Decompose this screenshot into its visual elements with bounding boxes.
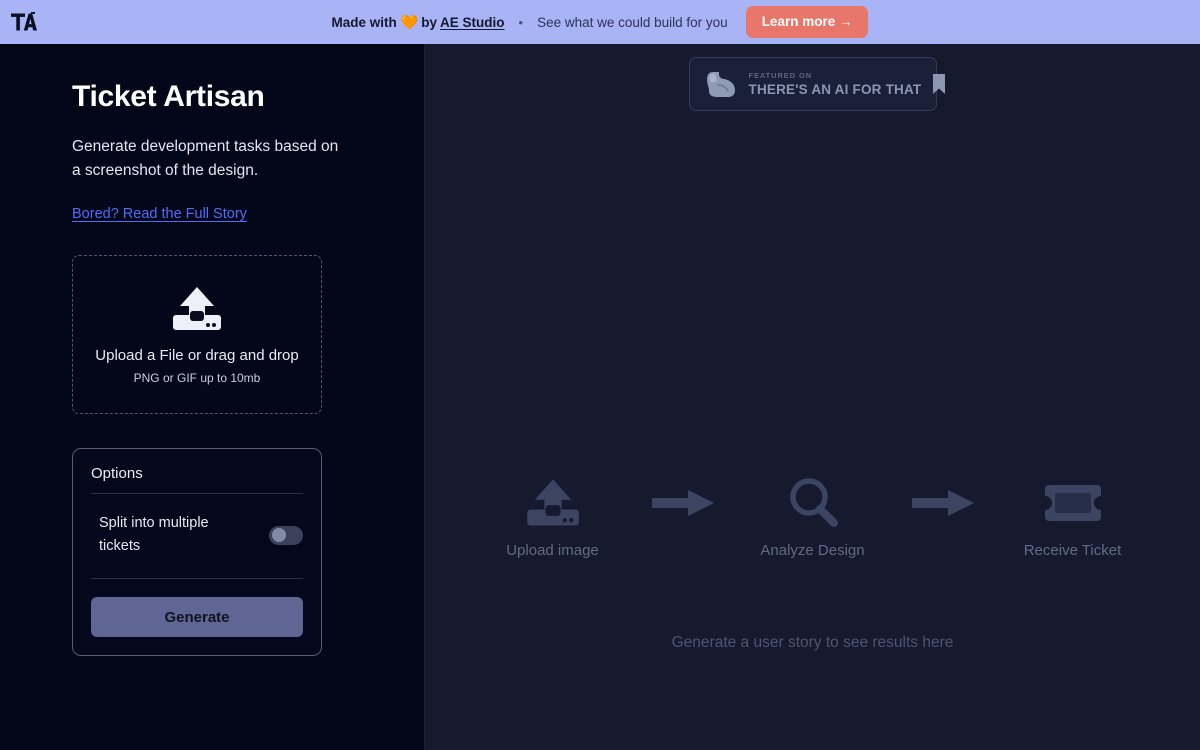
main-panel: FEATURED ON THERE'S AN AI FOR THAT — [425, 44, 1200, 750]
page-subtitle: Generate development tasks based on a sc… — [72, 135, 344, 183]
ticket-icon — [1044, 474, 1102, 532]
upload-icon — [524, 474, 582, 532]
step-upload-image: Upload image — [478, 474, 628, 559]
option-row-split-tickets: Split into multiple tickets — [91, 494, 303, 579]
ae-studio-link[interactable]: AE Studio — [440, 15, 505, 30]
promo-banner: Made with 🧡 by AE Studio • See what we c… — [0, 0, 1200, 44]
dropzone-hint: PNG or GIF up to 10mb — [134, 371, 261, 385]
featured-badge-kicker: FEATURED ON — [749, 71, 922, 80]
flexed-bicep-icon — [704, 69, 738, 99]
sidebar: Ticket Artisan Generate development task… — [0, 44, 425, 750]
promo-separator: • — [519, 16, 524, 29]
workflow-steps: Upload image Analyze Design — [425, 474, 1200, 559]
generate-button[interactable]: Generate — [91, 597, 303, 637]
step-label-receive-ticket: Receive Ticket — [1024, 542, 1122, 559]
split-tickets-toggle[interactable] — [269, 526, 303, 545]
results-placeholder: Generate a user story to see results her… — [425, 634, 1200, 652]
magnifier-icon — [784, 474, 842, 532]
featured-on-badge[interactable]: FEATURED ON THERE'S AN AI FOR THAT — [689, 57, 937, 111]
orange-heart-icon: 🧡 — [401, 15, 418, 29]
step-label-upload-image: Upload image — [506, 542, 599, 559]
toggle-knob — [272, 528, 286, 542]
promo-message: Made with 🧡 by AE Studio • See what we c… — [332, 6, 869, 38]
split-tickets-label: Split into multiple tickets — [91, 512, 211, 558]
promo-made-with: Made with 🧡 by AE Studio — [332, 15, 505, 30]
arrow-right-icon — [888, 474, 998, 532]
options-title: Options — [91, 465, 303, 494]
featured-badge-text: FEATURED ON THERE'S AN AI FOR THAT — [749, 71, 922, 97]
app-shell: Ticket Artisan Generate development task… — [0, 44, 1200, 750]
step-receive-ticket: Receive Ticket — [998, 474, 1148, 559]
options-card: Options Split into multiple tickets Gene… — [72, 448, 322, 656]
step-label-analyze-design: Analyze Design — [760, 542, 864, 559]
bookmark-icon — [932, 73, 946, 95]
page-title: Ticket Artisan — [72, 80, 352, 113]
dropzone-title: Upload a File or drag and drop — [95, 344, 298, 367]
upload-icon — [170, 284, 224, 334]
promo-by-text: by — [421, 15, 437, 30]
promo-made-with-text: Made with — [332, 15, 397, 30]
promo-tagline: See what we could build for you — [537, 15, 728, 30]
featured-badge-title: THERE'S AN AI FOR THAT — [749, 82, 922, 97]
ta-monogram-icon[interactable] — [11, 12, 37, 32]
full-story-link[interactable]: Bored? Read the Full Story — [72, 206, 247, 222]
arrow-right-icon — [628, 474, 738, 532]
file-dropzone[interactable]: Upload a File or drag and drop PNG or GI… — [72, 255, 322, 414]
learn-more-button[interactable]: Learn more → — [746, 6, 869, 38]
step-analyze-design: Analyze Design — [738, 474, 888, 559]
